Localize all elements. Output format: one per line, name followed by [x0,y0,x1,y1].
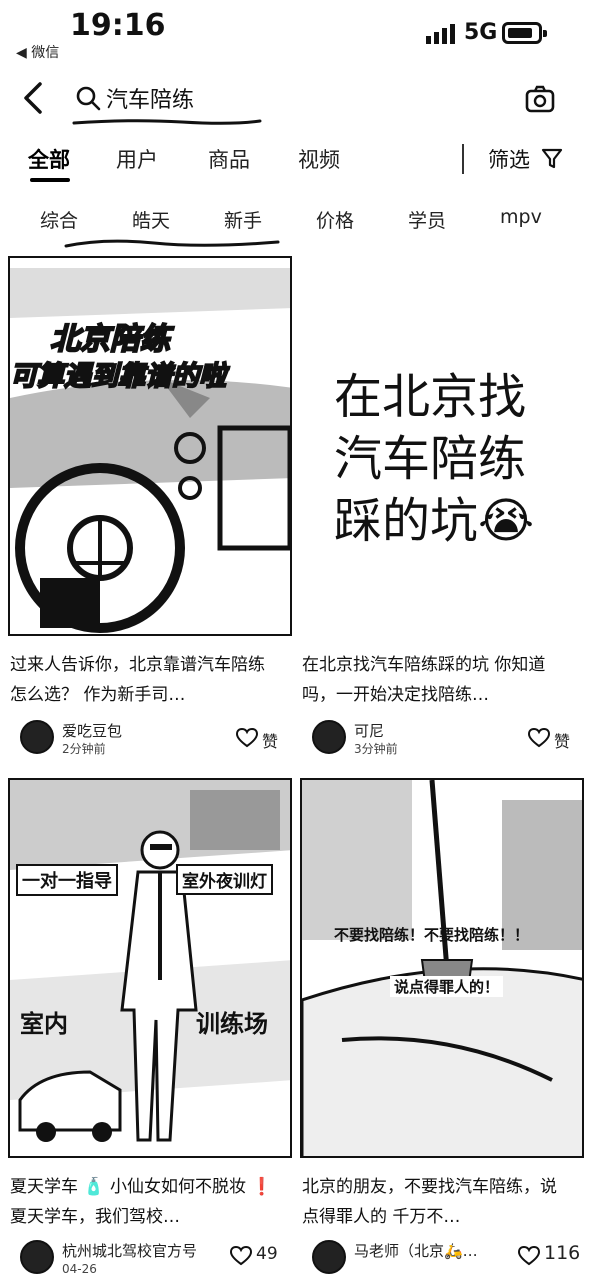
post-time: 04-26 [62,1262,97,1276]
author-name[interactable]: 马老师（北京🛵… [354,1240,478,1261]
note-card[interactable]: 在北京找 汽车陪练 踩的坑😭 在北京找汽车陪练踩的坑 你知道吗，一开始决定找陪练… [300,256,584,756]
like-count: 赞 [554,732,571,751]
battery-icon [502,22,547,44]
back-arrow-icon[interactable] [18,80,52,116]
keyword-chips: 综合 皓天 新手 价格 学员 mpv [0,204,591,250]
cover-subheadline: 可算遇到靠谱的啦 [10,360,227,393]
chip-overall[interactable]: 综合 [40,206,78,233]
note-cover-image[interactable]: 不要找陪练！不要找陪练！！ 说点得罪人的！ [300,778,584,1158]
tab-users[interactable]: 用户 [116,144,158,174]
cover-warning-text: 不要找陪练！不要找陪练！！ [334,926,530,944]
note-title[interactable]: 夏天学车 🧴 小仙女如何不脱妆 ❗ 夏天学车，我们驾校… [10,1172,278,1232]
cover-label-indoor: 室内 [20,1010,68,1038]
author-name[interactable]: 可尼 [354,720,384,741]
network-type: 5G [464,20,498,45]
avatar[interactable] [312,720,346,754]
note-title[interactable]: 在北京找汽车陪练踩的坑 你知道吗，一开始决定找陪练… [302,650,570,710]
cover-label-training-field: 训练场 [196,1010,268,1038]
cover-text-line-1: 在北京找 [334,369,527,425]
filter-funnel-icon[interactable] [540,146,564,170]
camera-search-icon[interactable] [524,84,556,114]
heart-icon[interactable] [528,728,550,748]
like-count: 116 [544,1242,581,1264]
back-to-wechat-link[interactable]: ◀ 微信 [16,42,59,62]
post-time: 3分钟前 [354,742,398,756]
heart-icon[interactable] [236,728,258,748]
avatar[interactable] [312,1240,346,1274]
search-input[interactable]: 汽车陪练 [106,82,194,114]
filter-button[interactable]: 筛选 [488,144,530,174]
tab-products[interactable]: 商品 [208,144,250,174]
chip-price[interactable]: 价格 [316,206,354,233]
note-card[interactable]: 北京陪练 可算遇到靠谱的啦 过来人告诉你，北京靠谱汽车陪练怎么选？ 作为新手司…… [8,256,292,756]
heart-icon[interactable] [518,1246,540,1266]
note-title[interactable]: 过来人告诉你，北京靠谱汽车陪练怎么选？ 作为新手司… [10,650,278,710]
note-card[interactable]: 一对一指导 室外夜训灯 室内 训练场 夏天学车 🧴 小仙女如何不脱妆 ❗ 夏天学… [8,778,292,1280]
cover-tag-one-on-one: 一对一指导 [16,864,118,896]
chip-mpv[interactable]: mpv [500,206,542,228]
chips-underline-decoration [64,239,280,248]
cover-tag-night-training: 室外夜训灯 [176,864,273,895]
cover-headline: 北京陪练 [49,321,171,358]
cover-subtitle: 说点得罪人的！ [390,976,504,997]
note-cover-image[interactable]: 北京陪练 可算遇到靠谱的啦 [8,256,292,636]
status-time: 19:16 [70,8,166,43]
active-tab-indicator [30,178,70,182]
cover-text-line-2: 汽车陪练 [334,431,527,487]
search-underline-decoration [72,119,262,125]
heart-icon[interactable] [230,1246,252,1266]
author-name[interactable]: 杭州城北驾校官方号 [62,1240,197,1261]
street-view-photo [302,780,582,1156]
note-cover-image[interactable]: 在北京找 汽车陪练 踩的坑😭 [300,256,584,636]
driving-school-photo [10,780,290,1156]
tab-videos[interactable]: 视频 [298,144,340,174]
tab-all[interactable]: 全部 [28,144,70,174]
like-count: 49 [256,1244,278,1264]
chip-students[interactable]: 学员 [408,206,446,233]
note-cover-image[interactable]: 一对一指导 室外夜训灯 室内 训练场 [8,778,292,1158]
chip-haotian[interactable]: 皓天 [132,206,170,233]
result-type-tabs: 全部 用户 商品 视频 筛选 [0,140,591,190]
search-icon [76,86,101,111]
like-count: 赞 [262,732,279,751]
status-bar: 19:16 ◀ 微信 5G [0,0,591,66]
post-time: 2分钟前 [62,742,106,756]
note-card[interactable]: 不要找陪练！不要找陪练！！ 说点得罪人的！ 北京的朋友，不要找汽车陪练，说点得罪… [300,778,584,1280]
search-bar: 汽车陪练 [0,72,591,125]
avatar[interactable] [20,720,54,754]
tabs-divider [462,144,464,174]
signal-icon [426,22,455,44]
author-name[interactable]: 爱吃豆包 [62,720,122,741]
chip-newbie[interactable]: 新手 [224,206,262,233]
cover-text-line-3: 踩的坑😭 [334,493,535,549]
note-title[interactable]: 北京的朋友，不要找汽车陪练，说点得罪人的 千万不… [302,1172,570,1232]
avatar[interactable] [20,1240,54,1274]
